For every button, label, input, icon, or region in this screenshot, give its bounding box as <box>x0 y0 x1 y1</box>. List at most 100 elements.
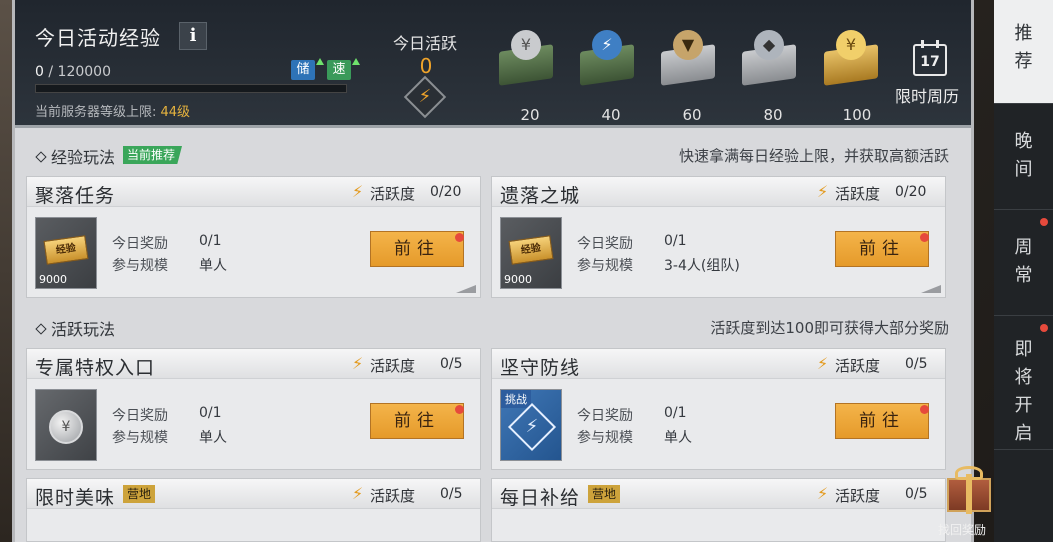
exp-section-title: 经验玩法 <box>35 144 116 168</box>
scale-label: 参与规模 <box>577 258 633 274</box>
reward-chest-20[interactable]: ¥ <box>495 30 557 86</box>
info-button[interactable]: i <box>179 22 207 50</box>
gift-ribbon <box>966 474 972 514</box>
activity-label: 活跃度 <box>370 487 416 505</box>
retrieve-reward-label[interactable]: 找回奖励 <box>938 521 986 538</box>
card-title: 每日补给 <box>500 487 581 509</box>
activity-card: 专属特权入口 ⚡ 活跃度 0/5 ¥ 今日奖励 0/1 参与规模 单人 前往 <box>26 348 481 470</box>
diamond-icon <box>35 151 47 163</box>
card-title: 坚守防线 <box>500 357 581 379</box>
challenge-icon: 挑战 ⚡ <box>500 389 562 461</box>
scale-value: 单人 <box>664 430 692 446</box>
exp-section-label: 经验玩法 <box>51 148 116 167</box>
tab-label: 即将开启 <box>1014 339 1033 444</box>
alert-dot <box>920 233 929 242</box>
active-section-label: 活跃玩法 <box>51 320 116 339</box>
activity-value: 0/5 <box>440 486 463 502</box>
go-button[interactable]: 前往 <box>370 231 464 267</box>
scale-label: 参与规模 <box>112 258 168 274</box>
card-corner <box>456 285 476 293</box>
reward-chest-60[interactable]: ▼ <box>657 30 719 86</box>
diamond-icon <box>35 323 47 335</box>
alert-dot <box>455 405 464 414</box>
lightning-icon: ⚡ <box>817 354 829 373</box>
go-button[interactable]: 前往 <box>835 403 929 439</box>
camp-tag: 营地 <box>123 485 156 503</box>
store-badge[interactable]: 储 <box>291 60 315 80</box>
tab-upcoming[interactable]: 即将开启 <box>994 316 1053 450</box>
tab-label: 推荐 <box>1014 23 1033 72</box>
alert-dot <box>455 233 464 242</box>
card-title: 专属特权入口 <box>35 357 156 379</box>
go-button[interactable]: 前往 <box>835 231 929 267</box>
tab-label: 周常 <box>1014 237 1033 286</box>
today-active-label: 今日活跃 <box>393 34 458 53</box>
tab-recommended[interactable]: 推荐 <box>994 0 1053 104</box>
recommended-tag: 当前推荐 <box>123 146 183 164</box>
reward-label: 今日奖励 <box>577 408 633 424</box>
item-quantity: 9000 <box>504 273 532 286</box>
alert-dot <box>1040 324 1048 332</box>
exp-ticket-icon: 经验 9000 <box>500 217 562 289</box>
activity-panel: 今日活动经验 i 0 / 120000 储 速 当前服务器等级上限: 44级 今… <box>12 0 974 542</box>
reward-chest-100[interactable]: ¥ <box>820 30 882 86</box>
activity-value: 0/20 <box>895 184 927 200</box>
gift-icon[interactable] <box>937 464 1003 514</box>
cap-level: 44级 <box>160 105 191 120</box>
category-sidebar: 推荐 晚间 周常 即将开启 <box>994 0 1053 542</box>
card-title: 遗落之城 <box>500 185 581 207</box>
activity-label: 活跃度 <box>835 357 881 375</box>
lightning-icon: ⚡ <box>352 484 364 503</box>
ticket-label: 经验 <box>508 235 554 265</box>
reward-label: 今日奖励 <box>577 236 633 252</box>
gift-bow <box>955 466 983 480</box>
server-level-cap: 当前服务器等级上限: 44级 <box>35 101 190 120</box>
milestone-80: 80 <box>763 106 783 124</box>
xp-max: / 120000 <box>43 64 111 80</box>
ticket-label: 经验 <box>43 235 89 265</box>
card-title: 聚落任务 <box>35 185 116 207</box>
lightning-icon: ⚡ <box>817 484 829 503</box>
card-corner <box>921 285 941 293</box>
activity-value: 0/5 <box>905 486 928 502</box>
arrow-up-icon <box>352 58 360 65</box>
reward-label: 今日奖励 <box>112 408 168 424</box>
go-button[interactable]: 前往 <box>370 403 464 439</box>
activity-label: 活跃度 <box>835 185 881 203</box>
lightning-icon: ⚡ <box>592 30 622 60</box>
exp-section-desc: 快速拿满每日经验上限，并获取高额活跃 <box>678 147 949 165</box>
milestone-60: 60 <box>682 106 702 124</box>
calendar-label[interactable]: 限时周历 <box>895 83 959 107</box>
reward-chest-80[interactable]: ◆ <box>738 30 800 86</box>
xp-progress-bar <box>35 84 347 93</box>
activity-value: 0/20 <box>430 184 462 200</box>
coin-face: ¥ <box>49 410 83 444</box>
tab-weekly[interactable]: 周常 <box>994 210 1053 316</box>
daily-exp-title: 今日活动经验 <box>35 26 161 50</box>
coin-icon: ¥ <box>511 30 541 60</box>
scale-label: 参与规模 <box>112 430 168 446</box>
scale-value: 单人 <box>199 258 227 274</box>
reward-label: 今日奖励 <box>112 236 168 252</box>
calendar-icon[interactable]: 17 <box>913 40 947 76</box>
milestone-40: 40 <box>601 106 621 124</box>
activity-card: 限时美味 营地 ⚡ 活跃度 0/5 <box>26 478 481 542</box>
activity-label: 活跃度 <box>835 487 881 505</box>
lightning-icon: ⚡ <box>817 182 829 201</box>
tab-evening[interactable]: 晚间 <box>994 104 1053 210</box>
reward-chest-40[interactable]: ⚡ <box>576 30 638 86</box>
alert-dot <box>1040 218 1048 226</box>
scale-value: 单人 <box>199 430 227 446</box>
reward-value: 0/1 <box>199 405 222 421</box>
activity-card: 坚守防线 ⚡ 活跃度 0/5 挑战 ⚡ 今日奖励 0/1 参与规模 单人 前往 <box>491 348 946 470</box>
lightning-icon: ⚡ <box>507 402 557 452</box>
activity-label: 活跃度 <box>370 357 416 375</box>
lightning-icon: ⚡ <box>352 354 364 373</box>
speed-badge[interactable]: 速 <box>327 60 351 80</box>
gold-coin-icon: ¥ <box>836 30 866 60</box>
activity-card: 遗落之城 ⚡ 活跃度 0/20 经验 9000 今日奖励 0/1 参与规模 3-… <box>491 176 946 298</box>
activity-value: 0/5 <box>440 356 463 372</box>
lightning-icon: ⚡ <box>403 75 447 119</box>
arrow-up-icon <box>316 58 324 65</box>
badge-icon: ▼ <box>673 30 703 60</box>
